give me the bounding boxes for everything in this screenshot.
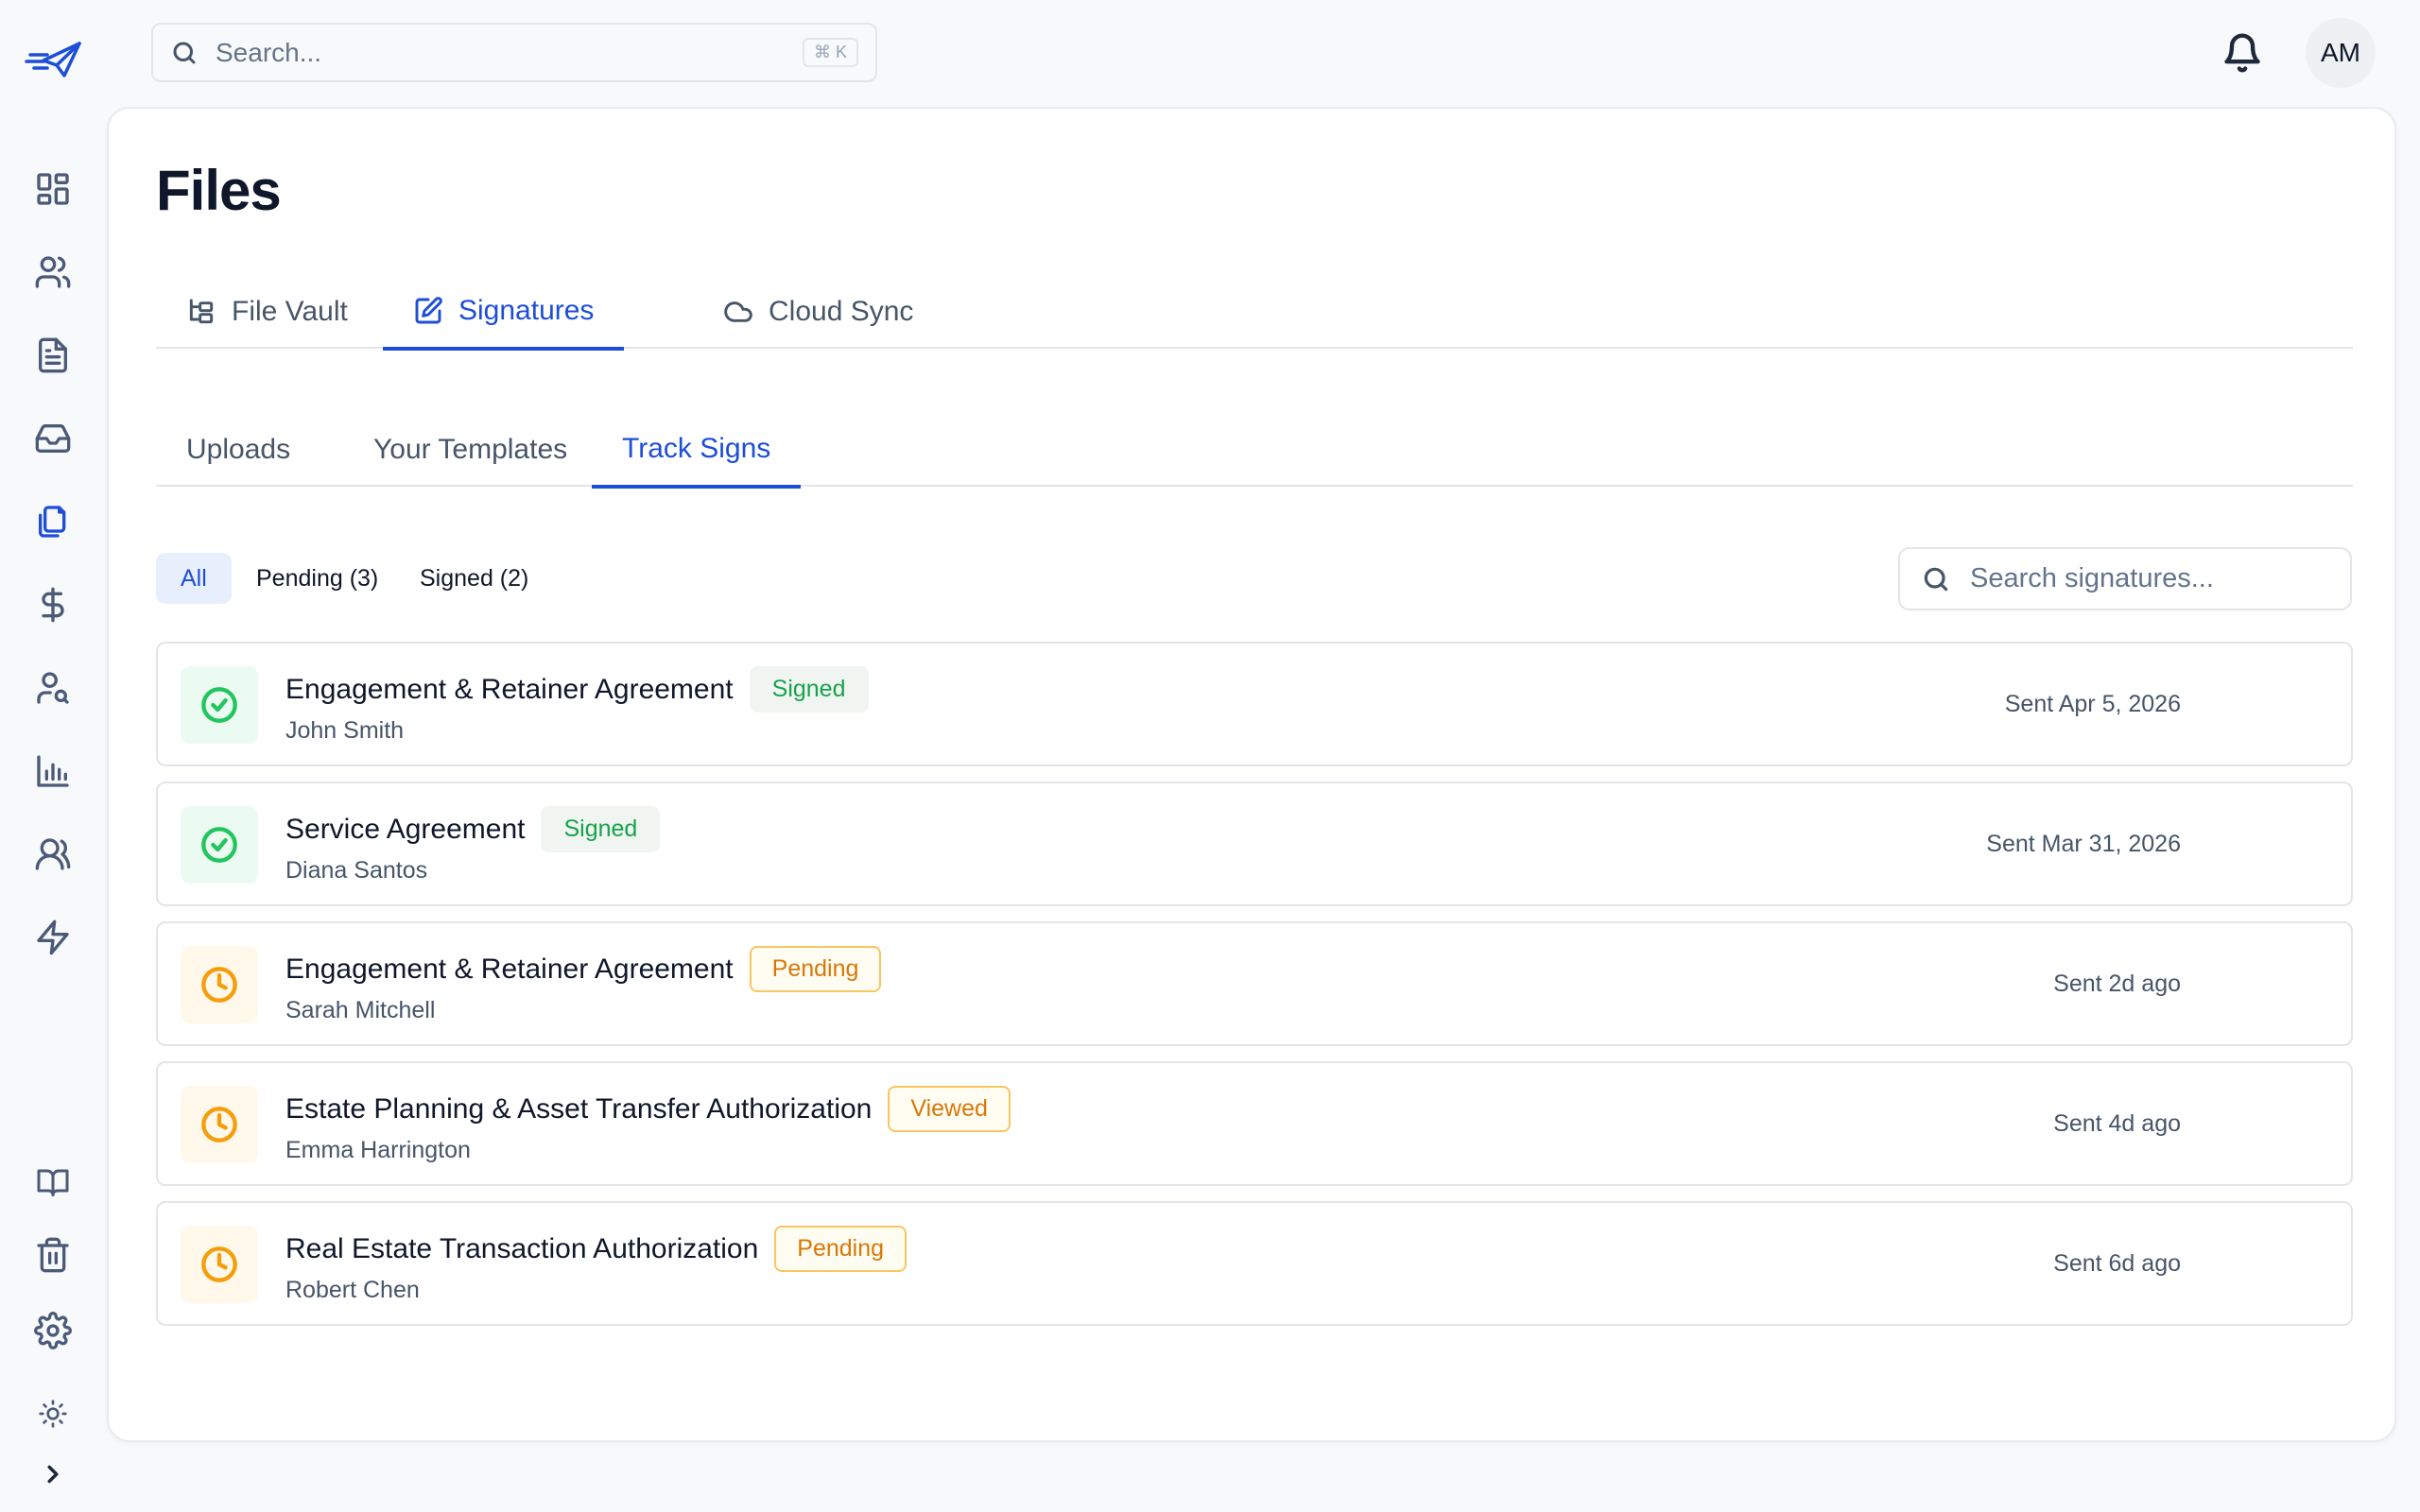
check-circle-icon	[201, 827, 237, 863]
pending-status-icon	[181, 946, 258, 1023]
page-title: Files	[156, 159, 282, 222]
bar-chart-icon	[37, 755, 69, 787]
document-icon	[39, 337, 68, 373]
signer-name: John Smith	[285, 717, 405, 744]
notifications-button[interactable]	[2221, 32, 2263, 74]
signer-name: Diana Santos	[285, 857, 428, 884]
search-icon	[1924, 567, 1948, 591]
search-shortcut-hint: ⌘ K	[802, 38, 858, 67]
main-panel: Files File Vault Signatures Cloud Sync U…	[107, 107, 2396, 1442]
subtab-track-signs[interactable]: Track Signs	[592, 413, 802, 489]
files-icon	[39, 506, 66, 538]
paper-plane-logo[interactable]	[23, 38, 83, 83]
clock-icon	[201, 1107, 237, 1143]
tab-cloud-sync[interactable]: Cloud Sync	[693, 274, 943, 349]
filter-pending[interactable]: Pending (3)	[232, 553, 403, 604]
tab-signatures-label: Signatures	[458, 294, 595, 326]
tab-cloud-sync-label: Cloud Sync	[769, 295, 914, 327]
user-search-icon	[37, 672, 69, 704]
sent-date: Sent 2d ago	[2053, 971, 2181, 997]
search-icon	[173, 42, 196, 63]
global-search[interactable]: Search... ⌘ K	[151, 23, 877, 82]
document-title: Engagement & Retainer Agreement	[285, 673, 734, 705]
status-badge: Viewed	[888, 1086, 1011, 1132]
nav-reports[interactable]	[26, 745, 79, 798]
nav-inbox[interactable]	[26, 412, 79, 465]
document-title: Engagement & Retainer Agreement	[285, 953, 734, 985]
inbox-icon	[35, 424, 71, 453]
status-badge: Signed	[541, 806, 661, 852]
nav-documents[interactable]	[26, 329, 79, 382]
nav-files[interactable]	[26, 495, 79, 548]
status-badge: Pending	[749, 946, 882, 992]
tab-file-vault[interactable]: File Vault	[156, 274, 378, 349]
signature-search-input[interactable]	[1970, 563, 2329, 594]
lightning-icon	[37, 919, 69, 955]
filter-signed[interactable]: Signed (2)	[395, 553, 553, 604]
secondary-tabs: Uploads Your Templates Track Signs	[156, 413, 2353, 489]
global-search-placeholder: Search...	[216, 37, 322, 67]
sidebar	[0, 0, 107, 1512]
pending-status-icon	[181, 1226, 258, 1303]
team-icon	[35, 838, 71, 870]
document-title: Service Agreement	[285, 813, 526, 845]
subtab-your-templates[interactable]: Your Templates	[343, 413, 597, 487]
status-badge: Pending	[774, 1226, 908, 1272]
tab-signatures[interactable]: Signatures	[383, 274, 625, 351]
nav-theme[interactable]	[26, 1387, 79, 1440]
signer-name: Robert Chen	[285, 1277, 420, 1303]
subtab-uploads[interactable]: Uploads	[156, 413, 320, 487]
dollar-icon	[42, 587, 64, 623]
pending-status-icon	[181, 1086, 258, 1163]
sent-date: Sent Mar 31, 2026	[1986, 831, 2181, 857]
signature-row[interactable]: Estate Planning & Asset Transfer Authori…	[156, 1061, 2353, 1186]
sun-icon	[39, 1400, 67, 1428]
nav-guides[interactable]	[26, 1156, 79, 1209]
tab-file-vault-label: File Vault	[232, 295, 348, 327]
primary-tabs: File Vault Signatures Cloud Sync	[156, 274, 2353, 351]
signed-status-icon	[181, 666, 258, 744]
cloud-icon	[724, 301, 752, 322]
clock-icon	[201, 1246, 237, 1282]
signature-row[interactable]: Engagement & Retainer Agreement Pending …	[156, 921, 2353, 1046]
clock-icon	[201, 967, 237, 1003]
signature-row[interactable]: Engagement & Retainer Agreement Signed J…	[156, 642, 2353, 766]
book-icon	[37, 1169, 69, 1196]
document-title: Real Estate Transaction Authorization	[285, 1232, 759, 1264]
chevron-right-icon	[47, 1465, 59, 1484]
document-title: Estate Planning & Asset Transfer Authori…	[285, 1092, 873, 1125]
status-badge: Signed	[749, 666, 869, 713]
nav-contacts[interactable]	[26, 246, 79, 299]
filter-all[interactable]: All	[156, 553, 232, 604]
nav-trash[interactable]	[26, 1228, 79, 1281]
signed-status-icon	[181, 806, 258, 884]
sent-date: Sent 4d ago	[2053, 1110, 2181, 1137]
nav-settings[interactable]	[26, 1304, 79, 1357]
signer-name: Emma Harrington	[285, 1137, 471, 1163]
signature-icon	[415, 296, 442, 323]
user-avatar[interactable]: AM	[2306, 18, 2376, 88]
check-circle-icon	[201, 687, 237, 723]
dashboard-icon	[37, 173, 69, 205]
sent-date: Sent Apr 5, 2026	[2004, 691, 2181, 717]
gear-icon	[34, 1312, 72, 1349]
trash-icon	[37, 1237, 69, 1273]
nav-billing[interactable]	[26, 578, 79, 631]
signature-search[interactable]	[1898, 547, 2352, 610]
nav-client-search[interactable]	[26, 662, 79, 714]
nav-expand[interactable]	[26, 1448, 79, 1501]
folder-tree-icon	[189, 299, 214, 323]
bell-icon	[2224, 33, 2260, 73]
sent-date: Sent 6d ago	[2053, 1250, 2181, 1277]
users-icon	[35, 256, 71, 288]
signer-name: Sarah Mitchell	[285, 997, 436, 1023]
nav-dashboard[interactable]	[26, 163, 79, 215]
signature-row[interactable]: Service Agreement Signed Diana Santos Se…	[156, 782, 2353, 906]
signature-row[interactable]: Real Estate Transaction Authorization Pe…	[156, 1201, 2353, 1326]
nav-automations[interactable]	[26, 911, 79, 964]
nav-team[interactable]	[26, 828, 79, 881]
